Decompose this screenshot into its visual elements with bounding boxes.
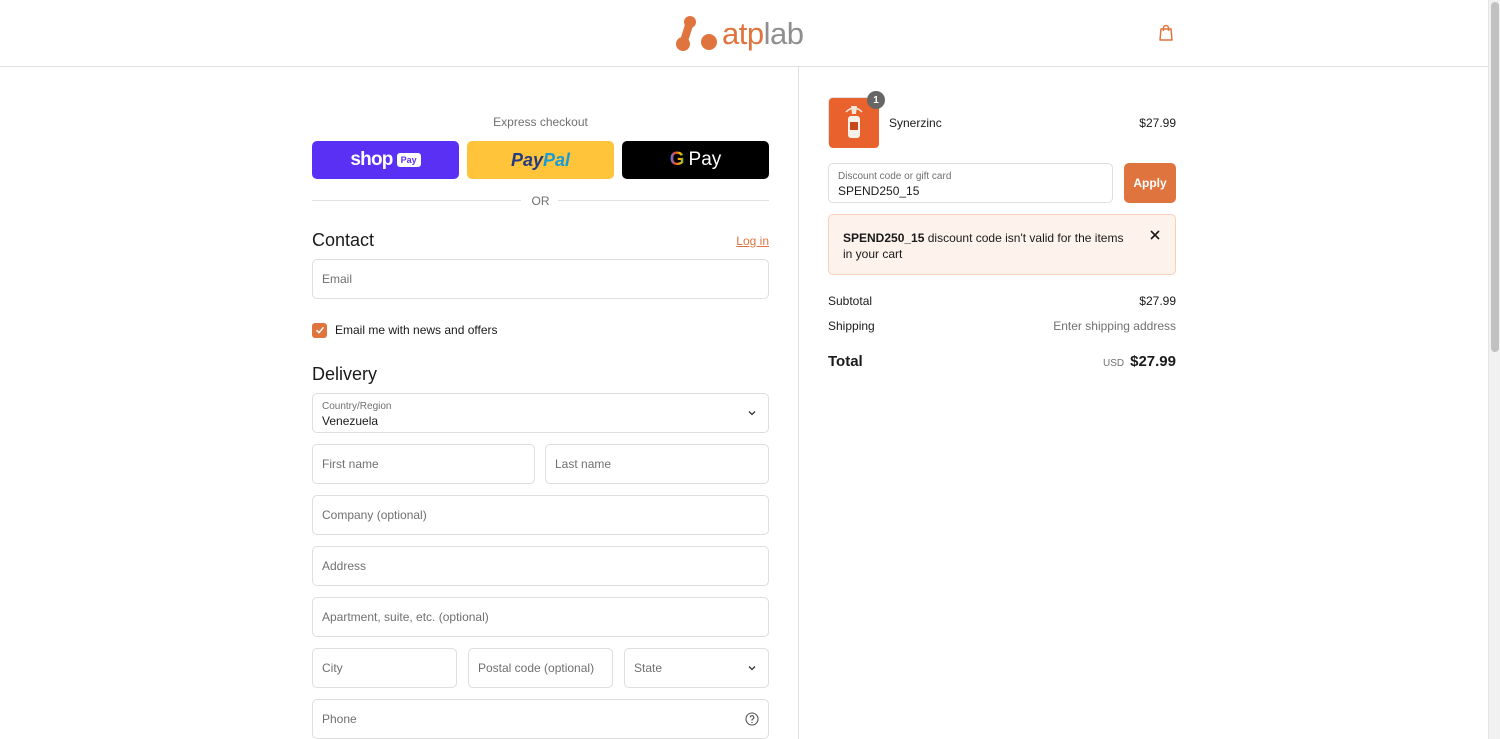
page-scrollbar[interactable] bbox=[1488, 0, 1500, 739]
brand-logo[interactable]: atplab bbox=[676, 14, 804, 52]
discount-error-banner: SPEND250_15 discount code isn't valid fo… bbox=[828, 214, 1176, 275]
email-field[interactable] bbox=[312, 259, 769, 299]
brand-logo-text: atplab bbox=[722, 15, 804, 51]
country-value: Venezuela bbox=[322, 414, 379, 428]
postal-code-field[interactable] bbox=[468, 648, 613, 688]
city-field[interactable] bbox=[312, 648, 457, 688]
quantity-badge: 1 bbox=[867, 91, 885, 109]
google-g-icon: G bbox=[669, 149, 685, 170]
discount-label: Discount code or gift card bbox=[838, 171, 952, 182]
shop-pay-button[interactable]: shop Pay bbox=[312, 141, 459, 179]
first-name-input[interactable] bbox=[313, 445, 534, 483]
total-currency: USD bbox=[1102, 358, 1125, 369]
subtotal-label: Subtotal bbox=[828, 294, 873, 308]
or-separator: OR bbox=[312, 193, 769, 208]
paypal-logo-pal: Pal bbox=[543, 149, 571, 170]
company-input[interactable] bbox=[313, 496, 768, 534]
help-circle-icon[interactable] bbox=[745, 712, 759, 726]
phone-field[interactable] bbox=[312, 699, 769, 739]
subtotal-value: $27.99 bbox=[1139, 294, 1176, 308]
apply-discount-button[interactable]: Apply bbox=[1124, 163, 1176, 203]
product-price: $27.99 bbox=[1139, 116, 1176, 130]
discount-value[interactable]: SPEND250_15 bbox=[838, 184, 919, 198]
total-label: Total bbox=[828, 353, 863, 370]
shop-pay-badge: Pay bbox=[396, 153, 421, 167]
checkmark-icon bbox=[315, 326, 324, 334]
phone-input[interactable] bbox=[313, 700, 768, 738]
discount-code-field[interactable]: Discount code or gift card SPEND250_15 bbox=[828, 163, 1113, 203]
atplab-logo-mark-icon bbox=[676, 16, 717, 51]
brand-logo-text-a: atp bbox=[722, 15, 764, 51]
city-input[interactable] bbox=[313, 649, 456, 687]
email-input[interactable] bbox=[313, 260, 768, 298]
login-link[interactable]: Log in bbox=[736, 234, 769, 248]
newsletter-label: Email me with news and offers bbox=[335, 323, 498, 337]
last-name-field[interactable] bbox=[545, 444, 769, 484]
chevron-down-icon bbox=[748, 411, 756, 416]
total-amount: USD $27.99 bbox=[1103, 353, 1176, 370]
error-code: SPEND250_15 bbox=[843, 231, 925, 245]
address-input[interactable] bbox=[313, 547, 768, 585]
last-name-input[interactable] bbox=[546, 445, 768, 483]
paypal-button[interactable]: Pay Pal bbox=[467, 141, 614, 179]
cart-button[interactable] bbox=[1156, 23, 1176, 43]
first-name-field[interactable] bbox=[312, 444, 535, 484]
apartment-field[interactable] bbox=[312, 597, 769, 637]
paypal-logo-pay: Pay bbox=[510, 149, 543, 170]
google-pay-label: Pay bbox=[688, 149, 722, 170]
column-divider bbox=[798, 67, 799, 739]
product-name: Synerzinc bbox=[889, 116, 942, 130]
total-value: $27.99 bbox=[1130, 353, 1176, 370]
google-pay-button[interactable]: G Pay bbox=[622, 141, 769, 179]
brand-logo-text-b: lab bbox=[763, 15, 804, 51]
apartment-input[interactable] bbox=[313, 598, 768, 636]
country-label: Country/Region bbox=[322, 401, 392, 412]
postal-code-input[interactable] bbox=[469, 649, 612, 687]
newsletter-checkbox[interactable] bbox=[312, 322, 327, 338]
shopping-bag-icon bbox=[1159, 24, 1173, 41]
contact-heading: Contact bbox=[312, 230, 375, 250]
country-select[interactable]: Country/Region Venezuela bbox=[312, 393, 769, 433]
address-field[interactable] bbox=[312, 546, 769, 586]
shipping-label: Shipping bbox=[828, 319, 875, 333]
product-thumbnail: 1 bbox=[828, 91, 885, 148]
scrollbar-thumb[interactable] bbox=[1491, 2, 1499, 352]
discount-error-message: SPEND250_15 discount code isn't valid fo… bbox=[843, 230, 1128, 262]
state-select[interactable] bbox=[624, 648, 769, 688]
shipping-value: Enter shipping address bbox=[1053, 319, 1176, 333]
shop-pay-logo-text: shop bbox=[350, 149, 393, 170]
close-icon[interactable] bbox=[1149, 229, 1161, 241]
delivery-heading: Delivery bbox=[312, 364, 378, 384]
express-checkout-label: Express checkout bbox=[493, 115, 588, 129]
chevron-down-icon bbox=[748, 666, 756, 671]
or-label: OR bbox=[531, 194, 550, 208]
total-row: Total USD $27.99 bbox=[828, 353, 1176, 373]
newsletter-option[interactable]: Email me with news and offers bbox=[312, 322, 498, 338]
site-header: atplab bbox=[0, 0, 1488, 67]
company-field[interactable] bbox=[312, 495, 769, 535]
